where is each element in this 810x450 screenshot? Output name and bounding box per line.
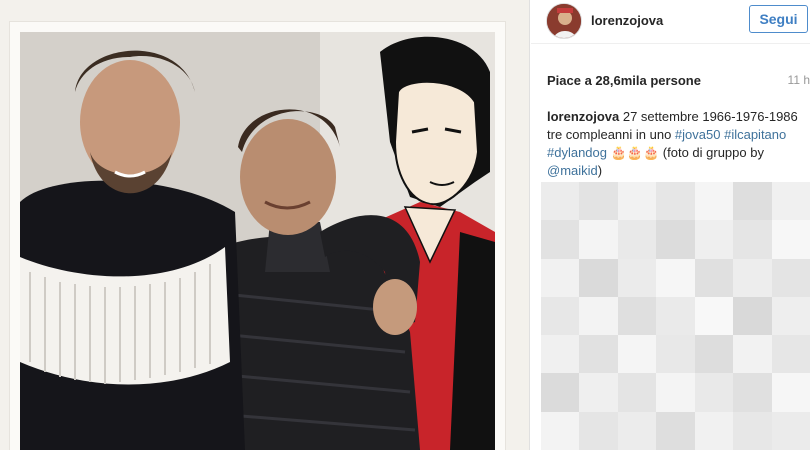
post-caption: lorenzojova 27 settembre 1966-1976-1986 … bbox=[547, 108, 807, 180]
post-time[interactable]: 11 h bbox=[788, 73, 810, 87]
comments-pixelated bbox=[541, 182, 810, 450]
post-header: lorenzojova Segui bbox=[531, 0, 810, 44]
photo-illustration bbox=[20, 32, 495, 450]
mention-maikid[interactable]: @maikid bbox=[547, 163, 598, 178]
polaroid-frame bbox=[10, 22, 505, 450]
hashtag-dylandog[interactable]: #dylandog bbox=[547, 145, 607, 160]
post-photo[interactable] bbox=[20, 32, 495, 450]
caption-username[interactable]: lorenzojova bbox=[547, 109, 619, 124]
likes-count[interactable]: Piace a 28,6mila persone bbox=[547, 73, 701, 88]
post-details: lorenzojova Segui Piace a 28,6mila perso… bbox=[531, 0, 810, 450]
caption-text-3: ) bbox=[597, 163, 603, 178]
hashtag-ilcapitano[interactable]: #ilcapitano bbox=[724, 127, 786, 142]
post-photo-pane bbox=[0, 0, 530, 450]
caption-text-2: 🎂🎂🎂 (foto di gruppo by bbox=[607, 145, 764, 160]
hashtag-jova50[interactable]: #jova50 bbox=[675, 127, 721, 142]
avatar-icon bbox=[547, 4, 581, 38]
avatar[interactable] bbox=[546, 3, 582, 39]
follow-button[interactable]: Segui bbox=[749, 5, 808, 33]
post-username[interactable]: lorenzojova bbox=[591, 13, 663, 28]
